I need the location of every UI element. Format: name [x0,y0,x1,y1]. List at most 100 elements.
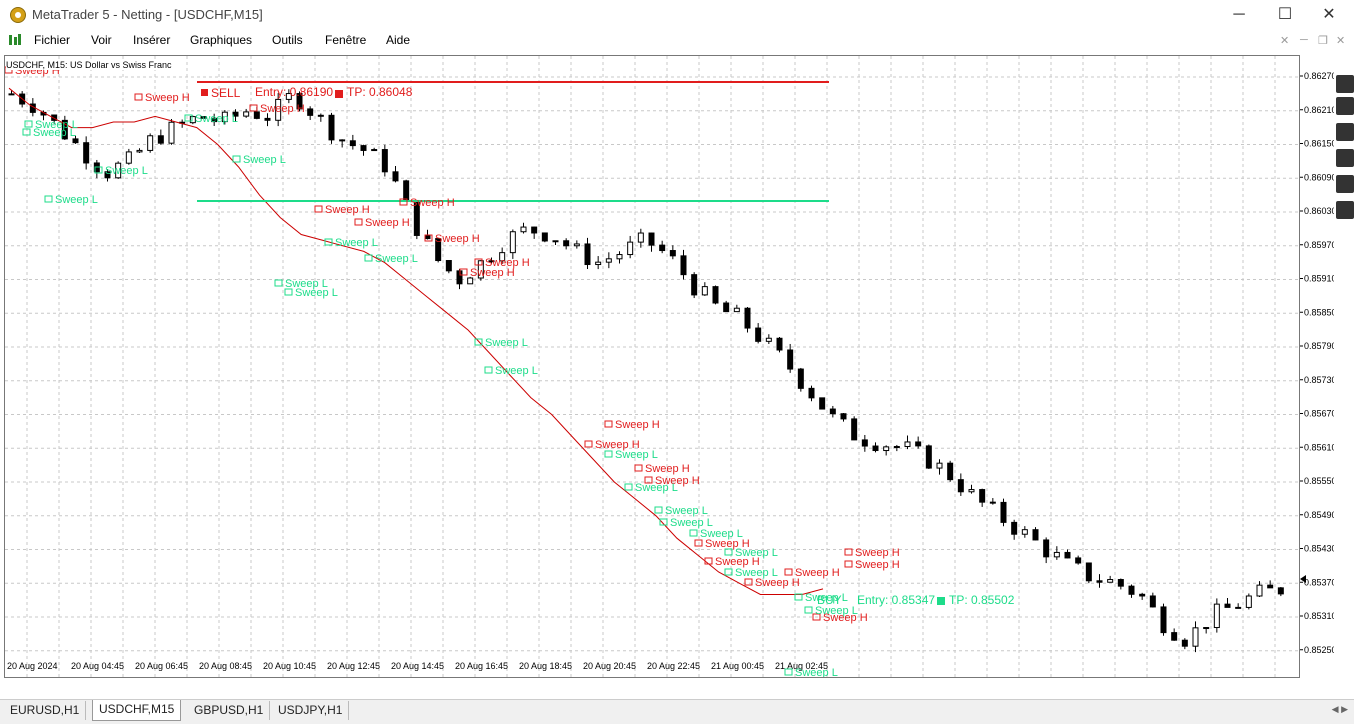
sweep-low-marker-icon [624,483,633,491]
sweep-low-marker-icon [364,254,373,262]
candle-body [1053,551,1060,558]
sell-marker-icon [201,89,208,96]
menu-fichier[interactable]: Fichier [34,33,70,47]
menu-fenetre[interactable]: Fenêtre [325,33,366,47]
mdi-restore-icon[interactable]: ❐ [1318,34,1328,47]
menu-graphiques[interactable]: Graphiques [190,33,252,47]
sweep-low-label: Sweep L [815,605,858,617]
candle-body [680,255,687,276]
candle-body [627,241,634,256]
sweep-low-label: Sweep L [33,127,76,139]
candle-body [691,274,698,296]
menu-bar: Fichier Voir Insérer Graphiques Outils F… [0,30,1354,51]
screenshot-icon[interactable] [1336,97,1354,115]
candle-body [776,337,783,351]
sweep-high-label: Sweep H [260,103,305,115]
tp-marker-icon [937,597,945,605]
close-button[interactable]: ✕ [1306,0,1352,30]
candle-body [1021,529,1028,535]
buy-tp-label: TP: 0.85502 [949,593,1015,607]
maximize-button[interactable]: ☐ [1262,0,1308,30]
candle-body [264,117,271,121]
menu-aide[interactable]: Aide [386,33,410,47]
price-axis-label: 0.85610 [1304,442,1334,452]
minimize-button[interactable]: ─ [1216,0,1262,30]
tab-scroll-arrows-icon[interactable]: ◀ ▶ [1332,704,1348,715]
notifications-icon[interactable] [1336,175,1354,193]
candle-body [552,240,559,243]
sweep-high-label: Sweep H [615,419,660,431]
candle-body [808,387,815,399]
sweep-high-marker-icon [604,420,613,428]
sweep-high-label: Sweep H [410,197,455,209]
mdi-close-icon[interactable]: ✕ [1336,34,1345,47]
window-title: MetaTrader 5 - Netting - [USDCHF,M15] [32,7,263,22]
mdi-minimize-icon[interactable]: ─ [1300,34,1308,46]
sweep-low-label: Sweep L [485,337,528,349]
sweep-low-label: Sweep L [665,505,708,517]
time-axis-label: 20 Aug 2024 [7,661,58,671]
price-axis-label: 0.85970 [1304,240,1334,250]
candle-body [797,368,804,389]
window-icon[interactable] [1336,149,1354,167]
price-axis-label: 0.86030 [1304,206,1334,216]
price-axis-label: 0.85670 [1304,409,1334,419]
candle-body [669,250,676,257]
candle-body [1192,627,1199,647]
metatrader-logo-icon [10,7,26,23]
time-axis-label: 20 Aug 22:45 [647,661,700,671]
right-toolbar [1334,75,1354,235]
candle-body [1096,580,1103,583]
candle-body [531,226,538,234]
candle-body [125,151,132,164]
one-click-trading-icon[interactable] [1336,75,1354,93]
time-axis-label: 20 Aug 10:45 [263,661,316,671]
tab-gbpusd-h1[interactable]: GBPUSD,H1 [188,701,271,720]
candle-body [1149,595,1156,608]
sell-tp-label: TP: 0.86048 [347,85,413,99]
candlestick-chart[interactable]: 20 Aug 2024 20 Aug 04:45 20 Aug 06:45 20 Au… [5,56,1299,677]
candle-body [360,145,367,151]
menu-voir[interactable]: Voir [91,33,112,47]
time-axis-label: 20 Aug 18:45 [519,661,572,671]
candle-body [840,413,847,420]
settings-gear-icon[interactable] [1336,201,1354,219]
sweep-low-label: Sweep L [805,592,848,604]
sweep-low-marker-icon [232,155,241,163]
sweep-low-label: Sweep L [635,482,678,494]
candle-body [392,171,399,182]
microphone-icon[interactable] [1336,123,1354,141]
candle-body [861,439,868,447]
candle-body [563,240,570,247]
pin-icon[interactable]: ✕ [1280,34,1289,47]
tab-usdchf-m15[interactable]: USDCHF,M15 [92,700,182,721]
time-axis-label: 20 Aug 04:45 [71,661,124,671]
menu-outils[interactable]: Outils [272,33,303,47]
tab-usdjpy-h1[interactable]: USDJPY,H1 [272,701,350,720]
candle-body [616,254,623,260]
candle-body [1235,606,1242,609]
sweep-low-label: Sweep L [375,253,418,265]
candle-body [403,180,410,201]
candle-body [893,446,900,449]
price-axis: 0.86270 0.86210 0.86150 0.86090 0.86030 0.859… [1300,71,1334,655]
candle-body [147,135,154,151]
candle-body [957,479,964,493]
menu-inserer[interactable]: Insérer [133,33,170,47]
candle-body [595,261,602,266]
sweep-high-marker-icon [584,440,593,448]
candle-body [968,489,975,493]
sweep-high-label: Sweep H [145,92,190,104]
candle-body [1203,627,1210,630]
sweep-low-marker-icon [689,529,698,537]
tab-eurusd-h1[interactable]: EURUSD,H1 [4,701,87,720]
sweep-high-label: Sweep H [645,463,690,475]
sell-entry-label: Entry: 0.86190 [255,85,333,99]
chart-area[interactable]: 20 Aug 2024 20 Aug 04:45 20 Aug 06:45 20 Au… [4,55,1300,678]
candle-body [584,243,591,266]
price-axis-label: 0.85490 [1304,510,1334,520]
sweep-low-marker-icon [654,506,663,514]
candle-body [307,108,314,116]
price-axis-label: 0.85310 [1304,611,1334,621]
candle-body [925,445,932,469]
